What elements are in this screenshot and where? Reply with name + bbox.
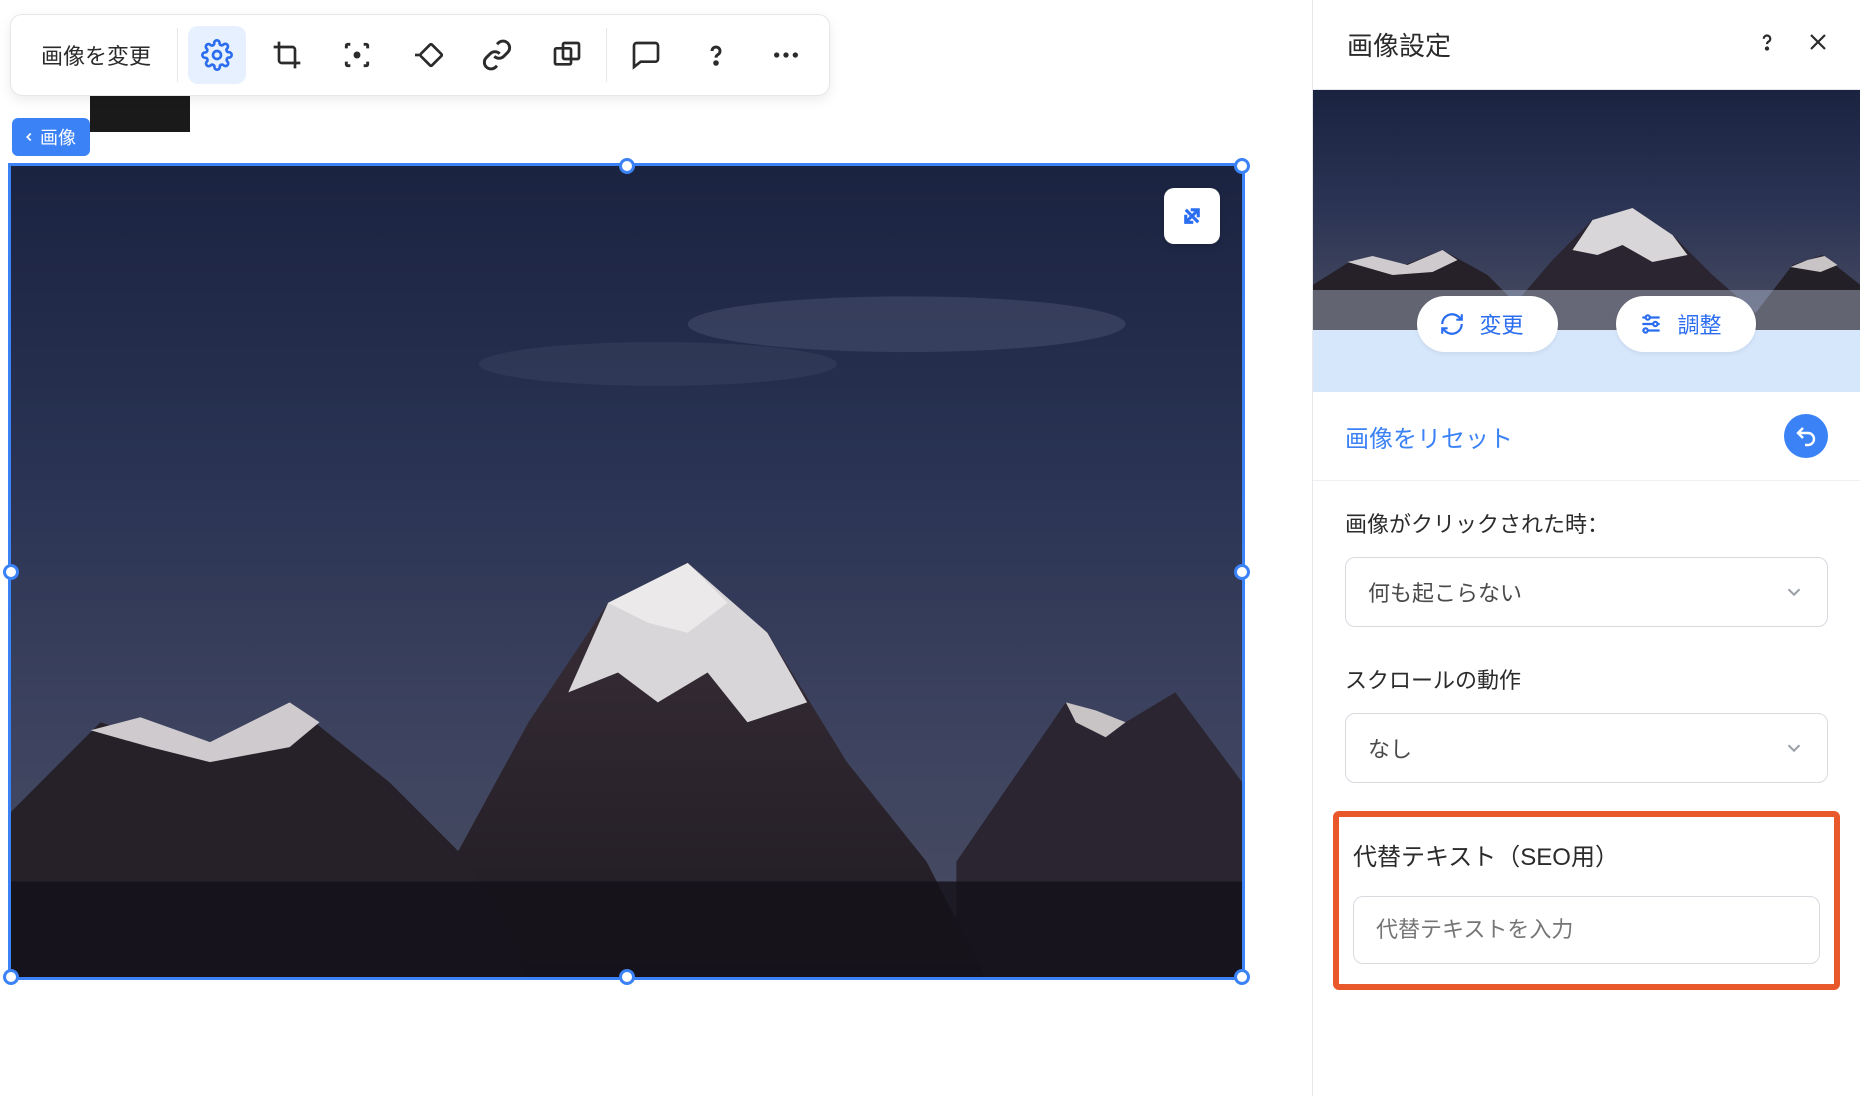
alt-text-input[interactable] <box>1353 896 1820 964</box>
focal-icon <box>341 39 373 71</box>
change-button-label: 変更 <box>1479 308 1523 340</box>
animation-button[interactable] <box>398 26 456 84</box>
scroll-behavior-value: なし <box>1368 732 1412 764</box>
expand-icon <box>1177 201 1207 231</box>
click-action-section: 画像がクリックされた時： 何も起こらない <box>1313 481 1860 637</box>
close-icon <box>1806 30 1830 54</box>
resize-handle-bottom-left[interactable] <box>3 969 19 985</box>
alt-text-section: 代替テキスト（SEO用） <box>1333 811 1840 990</box>
crop-icon <box>271 39 303 71</box>
refresh-icon <box>1439 311 1465 337</box>
change-button[interactable]: 変更 <box>1417 296 1557 352</box>
toolbar-divider <box>606 28 607 82</box>
scroll-behavior-label: スクロールの動作 <box>1345 663 1828 695</box>
click-action-select[interactable]: 何も起こらない <box>1345 557 1828 627</box>
resize-handle-bottom-right[interactable] <box>1234 969 1250 985</box>
reset-image-link[interactable]: 画像をリセット <box>1345 419 1513 454</box>
gear-icon <box>201 39 233 71</box>
chevron-down-icon <box>1783 737 1805 759</box>
chevron-down-icon <box>1783 581 1805 603</box>
comment-button[interactable] <box>617 26 675 84</box>
mask-icon <box>551 39 583 71</box>
alt-text-label: 代替テキスト（SEO用） <box>1353 837 1820 872</box>
help-button[interactable] <box>687 26 745 84</box>
help-icon <box>1754 29 1780 55</box>
scroll-behavior-select[interactable]: なし <box>1345 713 1828 783</box>
sidebar-title: 画像設定 <box>1347 26 1451 63</box>
focal-point-button[interactable] <box>328 26 386 84</box>
scroll-behavior-section: スクロールの動作 なし <box>1313 637 1860 793</box>
more-icon <box>770 39 802 71</box>
sidebar-close-button[interactable] <box>1806 30 1830 59</box>
undo-icon <box>1794 424 1818 448</box>
sidebar-header: 画像設定 <box>1313 0 1860 90</box>
resize-handle-left[interactable] <box>3 564 19 580</box>
undo-button[interactable] <box>1784 414 1828 458</box>
image-canvas[interactable] <box>11 166 1242 977</box>
adjust-button[interactable]: 調整 <box>1616 296 1756 352</box>
image-preview <box>1313 90 1860 330</box>
preview-actions: 変更 調整 <box>1313 296 1860 352</box>
animation-icon <box>411 39 443 71</box>
change-image-button[interactable]: 画像を変更 <box>19 15 173 95</box>
chevron-left-icon <box>22 130 36 144</box>
resize-handle-bottom[interactable] <box>619 969 635 985</box>
click-action-value: 何も起こらない <box>1368 576 1522 608</box>
more-button[interactable] <box>757 26 815 84</box>
image-settings-sidebar: 画像設定 <box>1312 0 1860 1096</box>
toolbar-divider <box>177 28 178 82</box>
selected-image-frame[interactable] <box>8 163 1245 980</box>
expand-button[interactable] <box>1164 188 1220 244</box>
back-badge-label: 画像 <box>40 124 76 150</box>
resize-handle-right[interactable] <box>1234 564 1250 580</box>
link-icon <box>481 39 513 71</box>
settings-button[interactable] <box>188 26 246 84</box>
link-button[interactable] <box>468 26 526 84</box>
image-preview-zone: 変更 調整 <box>1313 90 1860 392</box>
crop-button[interactable] <box>258 26 316 84</box>
help-icon <box>700 39 732 71</box>
mask-button[interactable] <box>538 26 596 84</box>
click-action-label: 画像がクリックされた時： <box>1345 507 1828 539</box>
sidebar-help-button[interactable] <box>1754 29 1780 60</box>
resize-handle-top-right[interactable] <box>1234 158 1250 174</box>
back-to-image-badge[interactable]: 画像 <box>12 118 90 156</box>
adjust-button-label: 調整 <box>1678 308 1722 340</box>
image-toolbar: 画像を変更 <box>10 14 830 96</box>
comment-icon <box>630 39 662 71</box>
reset-row: 画像をリセット <box>1313 392 1860 481</box>
sliders-icon <box>1638 311 1664 337</box>
resize-handle-top[interactable] <box>619 158 635 174</box>
